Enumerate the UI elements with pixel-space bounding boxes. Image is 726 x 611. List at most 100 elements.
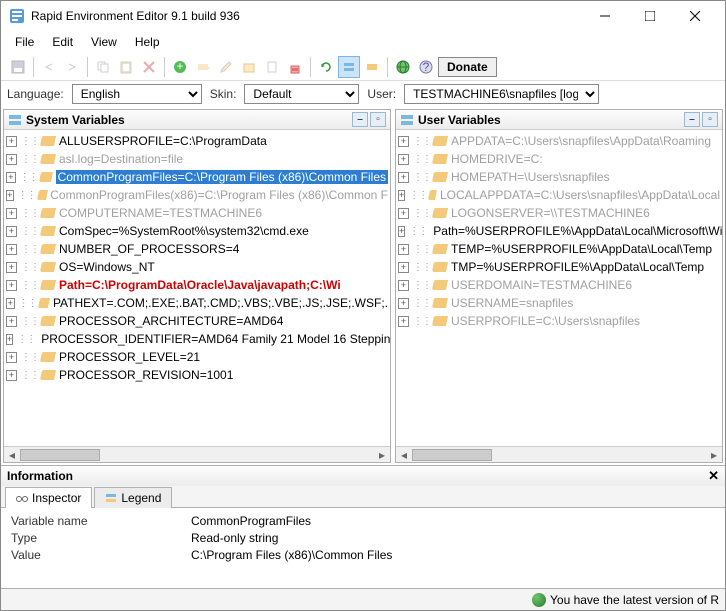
node-text: PROCESSOR_REVISION=1001 [59,368,233,382]
expander-icon[interactable]: + [398,136,409,147]
node-text: USERDOMAIN=TESTMACHINE6 [451,278,632,292]
scroll-thumb[interactable] [20,449,100,461]
menu-view[interactable]: View [83,33,125,51]
web-icon[interactable] [392,56,414,78]
tree-node[interactable]: +⋮⋮LOCALAPPDATA=C:\Users\snapfiles\AppDa… [396,186,722,204]
expander-icon[interactable]: + [398,208,409,219]
menu-edit[interactable]: Edit [44,33,81,51]
expander-icon[interactable]: + [6,244,17,255]
expander-icon[interactable]: + [6,298,15,309]
menu-help[interactable]: Help [127,33,168,51]
expander-icon[interactable]: + [398,316,409,327]
close-icon[interactable]: ✕ [708,468,719,484]
tree-node[interactable]: +⋮⋮CommonProgramFiles(x86)=C:\Program Fi… [4,186,390,204]
scroll-left-icon[interactable]: ◂ [396,448,412,462]
expander-icon[interactable]: + [398,244,409,255]
expander-icon[interactable]: + [6,352,17,363]
horizontal-scrollbar[interactable]: ◂ ▸ [4,446,390,462]
tree-node[interactable]: +⋮⋮USERDOMAIN=TESTMACHINE6 [396,276,722,294]
expander-icon[interactable]: + [6,334,13,345]
skin-select[interactable]: Default [244,84,359,104]
expander-icon[interactable]: + [6,136,17,147]
close-button[interactable] [672,2,717,30]
expander-icon[interactable]: + [398,298,409,309]
expander-icon[interactable]: + [6,316,17,327]
tree-node[interactable]: +⋮⋮PROCESSOR_REVISION=1001 [4,366,390,384]
tree-node[interactable]: +⋮⋮asl.log=Destination=file [4,150,390,168]
tab-inspector[interactable]: Inspector [5,487,92,508]
tree-node[interactable]: +⋮⋮NUMBER_OF_PROCESSORS=4 [4,240,390,258]
expander-icon[interactable]: + [398,262,409,273]
collapse-icon[interactable]: – [352,112,368,127]
tree-node[interactable]: +⋮⋮TEMP=%USERPROFILE%\AppData\Local\Temp [396,240,722,258]
help-icon[interactable]: ? [415,56,437,78]
dots-icon: ⋮⋮ [17,334,35,345]
legend-icon [105,492,117,504]
tree-node[interactable]: +⋮⋮USERPROFILE=C:\Users\snapfiles [396,312,722,330]
collapse-icon[interactable]: – [684,112,700,127]
expand-icon[interactable]: ▫ [370,112,386,127]
language-select[interactable]: English [72,84,202,104]
node-text: Path=%USERPROFILE%\AppData\Local\Microso… [433,224,722,238]
clean-icon[interactable] [284,56,306,78]
user-tree[interactable]: +⋮⋮APPDATA=C:\Users\snapfiles\AppData\Ro… [396,130,722,446]
minimize-button[interactable] [582,2,627,30]
tree-node[interactable]: +⋮⋮CommonProgramFiles=C:\Program Files (… [4,168,390,186]
long-strings-icon[interactable] [361,56,383,78]
expander-icon[interactable]: + [6,208,17,219]
horizontal-scrollbar[interactable]: ◂ ▸ [396,446,722,462]
tree-node[interactable]: +⋮⋮APPDATA=C:\Users\snapfiles\AppData\Ro… [396,132,722,150]
expander-icon[interactable]: + [6,280,17,291]
tree-node[interactable]: +⋮⋮LOGONSERVER=\\TESTMACHINE6 [396,204,722,222]
expander-icon[interactable]: + [6,370,17,381]
tree-node[interactable]: +⋮⋮HOMEDRIVE=C: [396,150,722,168]
expander-icon[interactable]: + [398,190,405,201]
expand-icon[interactable]: ▫ [702,112,718,127]
tree-node[interactable]: +⋮⋮Path=C:\ProgramData\Oracle\Java\javap… [4,276,390,294]
inline-values-icon[interactable] [338,56,360,78]
tree-node[interactable]: +⋮⋮COMPUTERNAME=TESTMACHINE6 [4,204,390,222]
tree-node[interactable]: +⋮⋮HOMEPATH=\Users\snapfiles [396,168,722,186]
add-var-icon[interactable]: + [169,56,191,78]
dots-icon: ⋮⋮ [413,262,431,273]
node-text: CommonProgramFiles(x86)=C:\Program Files… [50,188,388,202]
scroll-left-icon[interactable]: ◂ [4,448,20,462]
scroll-right-icon[interactable]: ▸ [374,448,390,462]
expander-icon[interactable]: + [6,172,16,183]
dots-icon: ⋮⋮ [413,208,431,219]
tree-node[interactable]: +⋮⋮TMP=%USERPROFILE%\AppData\Local\Temp [396,258,722,276]
tree-node[interactable]: +⋮⋮USERNAME=snapfiles [396,294,722,312]
expander-icon[interactable]: + [6,190,14,201]
system-tree[interactable]: +⋮⋮ALLUSERSPROFILE=C:\ProgramData+⋮⋮asl.… [4,130,390,446]
menu-file[interactable]: File [7,33,42,51]
scroll-thumb[interactable] [412,449,492,461]
tag-icon [40,370,56,380]
tree-node[interactable]: + ⋮⋮ ALLUSERSPROFILE=C:\ProgramData [4,132,390,150]
expander-icon[interactable]: + [398,172,409,183]
scroll-right-icon[interactable]: ▸ [706,448,722,462]
user-select[interactable]: TESTMACHINE6\snapfiles [logge [404,84,599,104]
expander-icon[interactable]: + [398,154,409,165]
maximize-button[interactable] [627,2,672,30]
donate-button[interactable]: Donate [438,57,497,77]
expander-icon[interactable]: + [6,262,17,273]
tab-legend[interactable]: Legend [94,487,172,508]
expander-icon[interactable]: + [6,226,17,237]
tree-node[interactable]: +⋮⋮PROCESSOR_ARCHITECTURE=AMD64 [4,312,390,330]
tree-node[interactable]: +⋮⋮PROCESSOR_LEVEL=21 [4,348,390,366]
tag-icon [40,208,56,218]
tree-node[interactable]: +⋮⋮Path=%USERPROFILE%\AppData\Local\Micr… [396,222,722,240]
node-text: ALLUSERSPROFILE=C:\ProgramData [59,134,267,148]
tree-node[interactable]: +⋮⋮ComSpec=%SystemRoot%\system32\cmd.exe [4,222,390,240]
refresh-icon[interactable] [315,56,337,78]
node-text: ComSpec=%SystemRoot%\system32\cmd.exe [59,224,309,238]
panels: System Variables – ▫ +⋮⋮ALLUSERSPROFILE=… [1,107,725,465]
expander-icon[interactable]: + [398,280,409,291]
tree-node[interactable]: +⋮⋮OS=Windows_NT [4,258,390,276]
expander-icon[interactable]: + [398,226,405,237]
expander-icon[interactable]: + [6,154,17,165]
tree-node[interactable]: +⋮⋮PROCESSOR_IDENTIFIER=AMD64 Family 21 … [4,330,390,348]
dots-icon: ⋮⋮ [21,136,39,147]
tree-node[interactable]: +⋮⋮PATHEXT=.COM;.EXE;.BAT;.CMD;.VBS;.VBE… [4,294,390,312]
info-row-name: Variable nameCommonProgramFiles [11,514,715,528]
